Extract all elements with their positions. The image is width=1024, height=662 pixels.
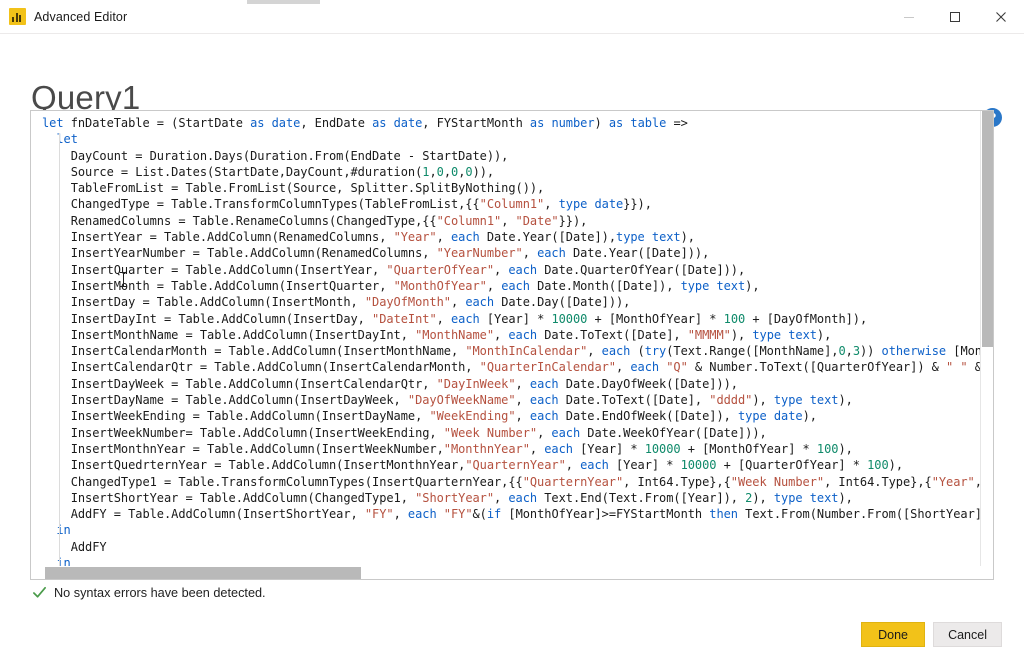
vertical-scrollbar[interactable] [980, 111, 993, 567]
code-line: InsertWeekEnding = Table.AddColumn(Inser… [42, 409, 817, 424]
check-icon [33, 586, 46, 598]
code-line: DayCount = Duration.Days(Duration.From(E… [42, 148, 509, 163]
minimize-icon[interactable] [886, 0, 932, 33]
code-line: RenamedColumns = Table.RenameColumns(Cha… [42, 213, 588, 228]
code-line: let [56, 132, 78, 147]
close-icon[interactable] [978, 0, 1024, 33]
code-line: InsertMonthnYear = Table.AddColumn(Inser… [42, 441, 853, 456]
code-line: InsertDayName = Table.AddColumn(InsertDa… [42, 393, 853, 408]
editor-header: Query1 Display Options ? [0, 34, 1024, 127]
scrollbar-corner [981, 567, 993, 579]
code-line: let fnDateTable = (StartDate as date, En… [42, 116, 688, 130]
status-message: No syntax errors have been detected. [54, 585, 266, 600]
code-line: AddFY = Table.AddColumn(InsertShortYear,… [42, 507, 981, 522]
code-line: InsertQuedrternYear = Table.AddColumn(In… [42, 458, 904, 473]
code-line: InsertShortYear = Table.AddColumn(Change… [42, 490, 853, 505]
status-bar: No syntax errors have been detected. [32, 585, 266, 600]
code-line: AddFY [42, 539, 107, 554]
code-line: InsertMonthName = Table.AddColumn(Insert… [42, 327, 832, 342]
code-text-area[interactable]: let fnDateTable = (StartDate as date, En… [31, 111, 981, 567]
maximize-icon[interactable] [932, 0, 978, 33]
horizontal-scrollbar[interactable] [31, 566, 981, 579]
powerbi-logo-icon [9, 8, 26, 25]
window-title: Advanced Editor [34, 9, 128, 24]
window-controls [886, 0, 1024, 33]
vertical-scrollbar-thumb[interactable] [982, 111, 993, 347]
code-line: InsertYearNumber = Table.AddColumn(Renam… [42, 246, 710, 261]
code-line: in [56, 523, 71, 538]
code-line: TableFromList = Table.FromList(Source, S… [42, 181, 545, 196]
code-line: InsertDayWeek = Table.AddColumn(InsertCa… [42, 376, 738, 391]
code-line: InsertDayInt = Table.AddColumn(InsertDay… [42, 311, 868, 326]
cancel-button[interactable]: Cancel [933, 622, 1002, 647]
code-line: InsertCalendarMonth = Table.AddColumn(In… [42, 344, 981, 359]
code-line: InsertWeekNumber= Table.AddColumn(Insert… [42, 425, 767, 440]
code-line: InsertMonth = Table.AddColumn(InsertQuar… [42, 278, 760, 293]
window-drag-tab [247, 0, 320, 4]
text-cursor-icon [120, 272, 127, 287]
code-line: InsertDay = Table.AddColumn(InsertMonth,… [42, 295, 631, 310]
code-line: InsertCalendarQtr = Table.AddColumn(Inse… [42, 360, 981, 375]
code-line: InsertYear = Table.AddColumn(RenamedColu… [42, 230, 695, 245]
horizontal-scrollbar-thumb[interactable] [45, 567, 361, 579]
done-button[interactable]: Done [861, 622, 926, 647]
code-editor-viewport[interactable]: let fnDateTable = (StartDate as date, En… [31, 111, 981, 567]
code-editor-panel[interactable]: let fnDateTable = (StartDate as date, En… [30, 110, 994, 580]
code-line: ChangedType1 = Table.TransformColumnType… [42, 474, 981, 489]
code-line: ChangedType = Table.TransformColumnTypes… [42, 197, 652, 212]
indent-guide [59, 133, 60, 567]
dialog-footer: Done Cancel [861, 622, 1002, 647]
code-line: InsertQuarter = Table.AddColumn(InsertYe… [42, 262, 746, 277]
code-line: Source = List.Dates(StartDate,DayCount,#… [42, 164, 495, 179]
window-titlebar: Advanced Editor [0, 0, 1024, 34]
